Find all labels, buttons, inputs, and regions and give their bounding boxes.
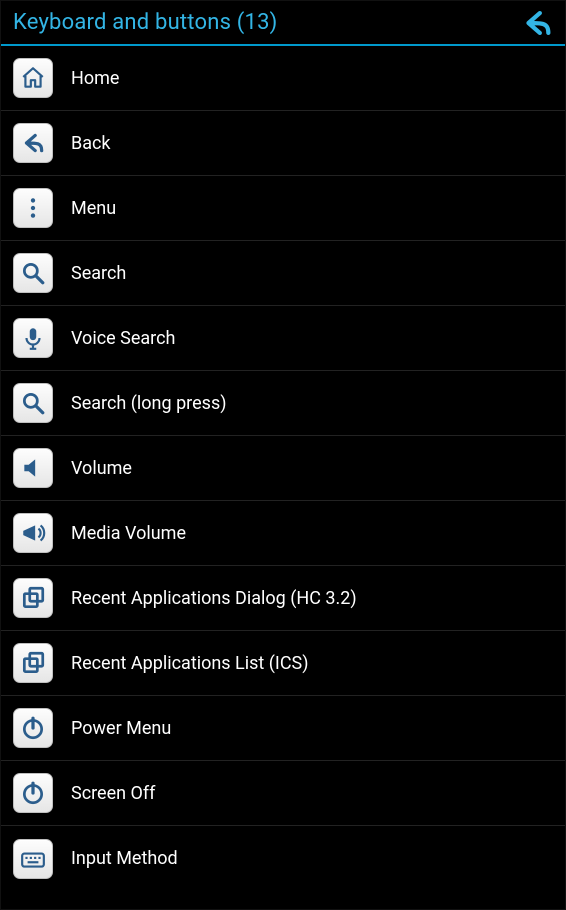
home-icon <box>13 58 53 98</box>
list-item[interactable]: Power Menu <box>1 696 565 761</box>
megaphone-icon <box>13 513 53 553</box>
list-item-label: Screen Off <box>71 783 155 804</box>
list-item-label: Recent Applications List (ICS) <box>71 653 309 674</box>
list-item[interactable]: Back <box>1 111 565 176</box>
settings-list: Home Back Menu Search Voice Search Search (lo… <box>1 46 565 891</box>
power-icon <box>13 708 53 748</box>
list-item[interactable]: Home <box>1 46 565 111</box>
list-item[interactable]: Voice Search <box>1 306 565 371</box>
header-bar: Keyboard and buttons (13) <box>1 1 565 46</box>
back-arrow-icon <box>13 123 53 163</box>
power-icon <box>13 773 53 813</box>
list-item[interactable]: Screen Off <box>1 761 565 826</box>
header-back-button[interactable] <box>517 3 557 43</box>
keyboard-icon <box>13 839 53 879</box>
microphone-icon <box>13 318 53 358</box>
list-item-label: Input Method <box>71 848 178 869</box>
list-item[interactable]: Search (long press) <box>1 371 565 436</box>
list-item-label: Recent Applications Dialog (HC 3.2) <box>71 588 357 609</box>
list-item-label: Home <box>71 68 119 89</box>
list-item[interactable]: Menu <box>1 176 565 241</box>
back-arrow-icon <box>520 6 554 40</box>
list-item-label: Search <box>71 263 126 284</box>
speaker-icon <box>13 448 53 488</box>
list-item[interactable]: Recent Applications Dialog (HC 3.2) <box>1 566 565 631</box>
search-icon <box>13 253 53 293</box>
recent-apps-icon <box>13 578 53 618</box>
list-item[interactable]: Recent Applications List (ICS) <box>1 631 565 696</box>
list-item-label: Search (long press) <box>71 393 227 414</box>
app-screen: Keyboard and buttons (13) Home Back Menu Se… <box>0 0 566 910</box>
list-item[interactable]: Media Volume <box>1 501 565 566</box>
list-item-label: Voice Search <box>71 328 175 349</box>
list-item[interactable]: Search <box>1 241 565 306</box>
list-item[interactable]: Volume <box>1 436 565 501</box>
list-item-label: Back <box>71 133 111 154</box>
menu-dots-icon <box>13 188 53 228</box>
list-item[interactable]: Input Method <box>1 826 565 891</box>
recent-apps-icon <box>13 643 53 683</box>
list-item-label: Power Menu <box>71 718 171 739</box>
list-item-label: Menu <box>71 198 116 219</box>
search-icon <box>13 383 53 423</box>
page-title: Keyboard and buttons (13) <box>13 10 517 35</box>
list-item-label: Media Volume <box>71 523 186 544</box>
list-item-label: Volume <box>71 458 132 479</box>
